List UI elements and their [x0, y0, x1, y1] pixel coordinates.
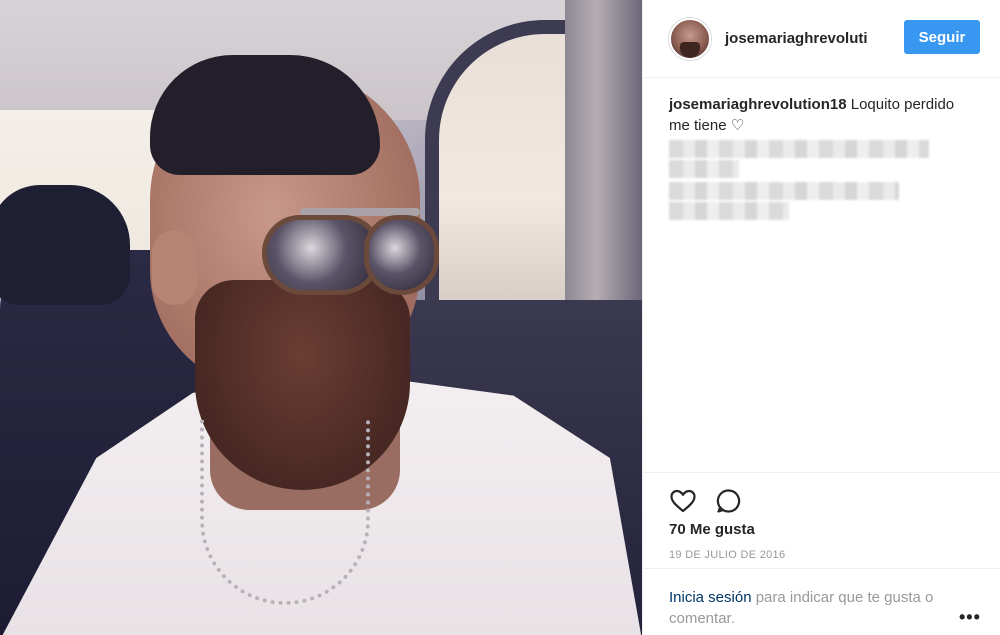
more-options-button[interactable]: •••: [959, 607, 981, 628]
heart-icon: [670, 489, 696, 513]
login-link[interactable]: Inicia sesión: [669, 589, 752, 606]
comment-button[interactable]: [715, 487, 743, 515]
photo-headrest: [0, 185, 130, 305]
instagram-post: josemariaghrevoluti Seguir josemariaghre…: [0, 0, 1000, 635]
likes-count[interactable]: 70 Me gusta: [669, 521, 755, 538]
caption-username[interactable]: josemariaghrevolution18: [669, 96, 847, 113]
post-date: 19 DE JULIO DE 2016: [669, 549, 786, 561]
blurred-comment-line: [669, 202, 789, 220]
blurred-comments: [669, 140, 939, 222]
comment-icon: [716, 489, 741, 513]
avatar[interactable]: [669, 17, 711, 60]
header-username[interactable]: josemariaghrevoluti: [725, 30, 868, 47]
post-actions: 70 Me gusta 19 DE JULIO DE 2016: [643, 472, 1000, 561]
login-prompt: Inicia sesión para indicar que te gusta …: [643, 568, 1000, 635]
photo-sunglasses-lens-right: [364, 215, 439, 295]
post-sidebar: josemariaghrevoluti Seguir josemariaghre…: [642, 0, 1000, 635]
post-photo[interactable]: [0, 0, 642, 635]
caption: josemariaghrevolution18 Loquito perdido …: [669, 94, 979, 136]
blurred-comment-line: [669, 182, 899, 200]
blurred-comment-line: [669, 160, 739, 178]
post-header: josemariaghrevoluti Seguir: [643, 0, 1000, 78]
action-icons: [669, 487, 743, 515]
like-button[interactable]: [669, 487, 697, 515]
photo-necklace: [200, 420, 370, 605]
login-text: Inicia sesión para indicar que te gusta …: [669, 587, 959, 629]
follow-button[interactable]: Seguir: [904, 20, 980, 54]
blurred-comment-line: [669, 140, 929, 158]
photo-ear: [152, 230, 197, 305]
